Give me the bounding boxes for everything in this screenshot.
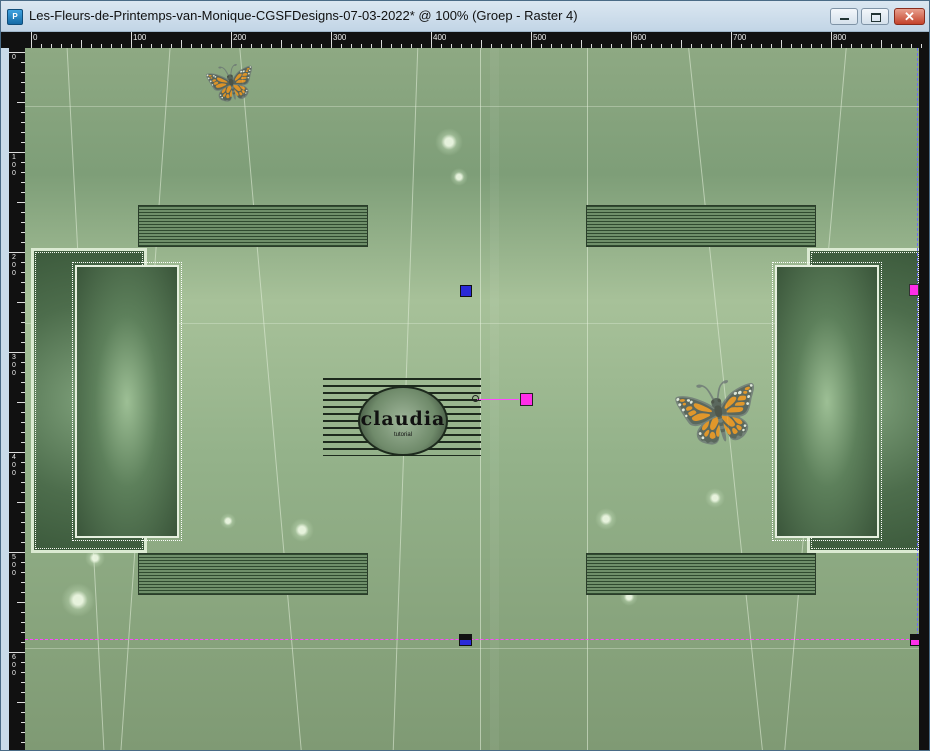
ruler-tick: [9, 152, 25, 153]
minimize-button[interactable]: [830, 8, 858, 25]
ruler-tick: [9, 552, 25, 553]
ruler-tick: [231, 32, 232, 48]
ruler-tick: [81, 40, 82, 48]
ruler-tick: [731, 32, 732, 48]
ruler-tick: [631, 32, 632, 48]
texture-band: [138, 553, 368, 595]
ruler-label: 1 0 0: [12, 154, 16, 177]
watermark-subtext: tutorial: [393, 432, 412, 438]
ruler-tick: [9, 52, 25, 53]
ruler-tick: [281, 40, 282, 48]
ruler-tick: [131, 32, 132, 48]
ruler-label: 3 0 0: [12, 354, 16, 377]
ruler-tick: [531, 32, 532, 48]
ruler-label: 500: [533, 33, 547, 42]
ruler-label: 6 0 0: [12, 654, 16, 677]
bokeh-dot: [435, 128, 463, 156]
bottom-scale-handle[interactable]: [459, 634, 472, 646]
ruler-label: 100: [133, 33, 147, 42]
ruler-tick: [331, 32, 332, 48]
maximize-icon: [871, 13, 881, 22]
center-handle[interactable]: [472, 395, 479, 402]
ruler-tick: [9, 652, 25, 653]
decor-line: [587, 48, 588, 750]
bokeh-dot: [450, 168, 468, 186]
rotation-guide: [477, 399, 519, 400]
selection-guide-bottom: [25, 639, 919, 640]
ruler-tick: [17, 702, 25, 703]
ruler-tick: [431, 32, 432, 48]
butterfly-icon: 🦋: [670, 371, 760, 451]
ruler-gutter: [1, 48, 9, 750]
right-inner-frame: [772, 262, 882, 541]
corner-scale-handle[interactable]: [910, 634, 919, 646]
ruler-label: 2 0 0: [12, 254, 16, 277]
right-scale-handle[interactable]: [909, 284, 919, 296]
close-icon: ✕: [904, 9, 915, 24]
left-inner-frame: [72, 262, 182, 541]
ruler-tick: [17, 502, 25, 503]
ruler-tick: [17, 602, 25, 603]
title-bar[interactable]: P Les-Fleurs-de-Printemps-van-Monique-CG…: [1, 1, 929, 32]
texture-band: [138, 205, 368, 247]
minimize-icon: [840, 18, 849, 20]
selection-guide-right: [917, 48, 918, 646]
ruler-label: 0: [33, 33, 38, 42]
canvas-edge: [919, 48, 929, 750]
ruler-tick: [781, 40, 782, 48]
decor-line: [25, 106, 919, 107]
ruler-tick: [831, 32, 832, 48]
ruler-tick: [17, 302, 25, 303]
bokeh-dot: [705, 488, 725, 508]
ruler-label: 4 0 0: [12, 454, 16, 477]
bokeh-dot: [220, 513, 236, 529]
bokeh-dot: [595, 508, 617, 530]
ruler-label: 400: [433, 33, 447, 42]
ruler-tick: [17, 202, 25, 203]
ruler-label: 0: [12, 54, 16, 61]
ruler-tick: [17, 102, 25, 103]
image-window: P Les-Fleurs-de-Printemps-van-Monique-CG…: [0, 0, 930, 751]
watermark-text: claudia: [360, 408, 446, 430]
texture-band: [586, 205, 816, 247]
ruler-tick: [481, 40, 482, 48]
ruler-tick: [9, 252, 25, 253]
ruler-label: 300: [333, 33, 347, 42]
ruler-tick: [581, 40, 582, 48]
ruler-tick: [17, 402, 25, 403]
app-icon: P: [7, 9, 23, 25]
bokeh-dot: [61, 583, 95, 617]
ruler-corner: [1, 32, 25, 48]
ruler-tick: [31, 32, 32, 48]
window-title: Les-Fleurs-de-Printemps-van-Monique-CGSF…: [29, 8, 578, 23]
vertical-ruler[interactable]: 0 1 0 0 2 0 0 3 0 0 4 0 0 5 0 0 6 0 0: [9, 48, 25, 750]
ruler-tick: [9, 352, 25, 353]
decor-line: [239, 48, 302, 750]
rotation-handle[interactable]: [520, 393, 533, 406]
butterfly-icon: 🦋: [203, 58, 256, 105]
image-canvas[interactable]: 🦋 🦋 claudia tutorial: [25, 48, 919, 750]
horizontal-ruler[interactable]: 0 100 200 300 400 500 600 700 800: [25, 32, 929, 48]
ruler-label: 200: [233, 33, 247, 42]
ruler-tick: [181, 40, 182, 48]
ruler-label: 800: [833, 33, 847, 42]
watermark-logo: claudia tutorial: [358, 386, 448, 456]
ruler-label: 600: [633, 33, 647, 42]
ruler-tick: [381, 40, 382, 48]
texture-band: [586, 553, 816, 595]
ruler-tick: [9, 452, 25, 453]
ruler-label: 5 0 0: [12, 554, 16, 577]
bokeh-dot: [290, 518, 314, 542]
ruler-tick: [881, 40, 882, 48]
ruler-label: 700: [733, 33, 747, 42]
decor-line: [25, 648, 919, 649]
pivot-handle[interactable]: [460, 285, 472, 297]
maximize-button[interactable]: [861, 8, 889, 25]
ruler-tick: [681, 40, 682, 48]
close-button[interactable]: ✕: [894, 8, 925, 25]
